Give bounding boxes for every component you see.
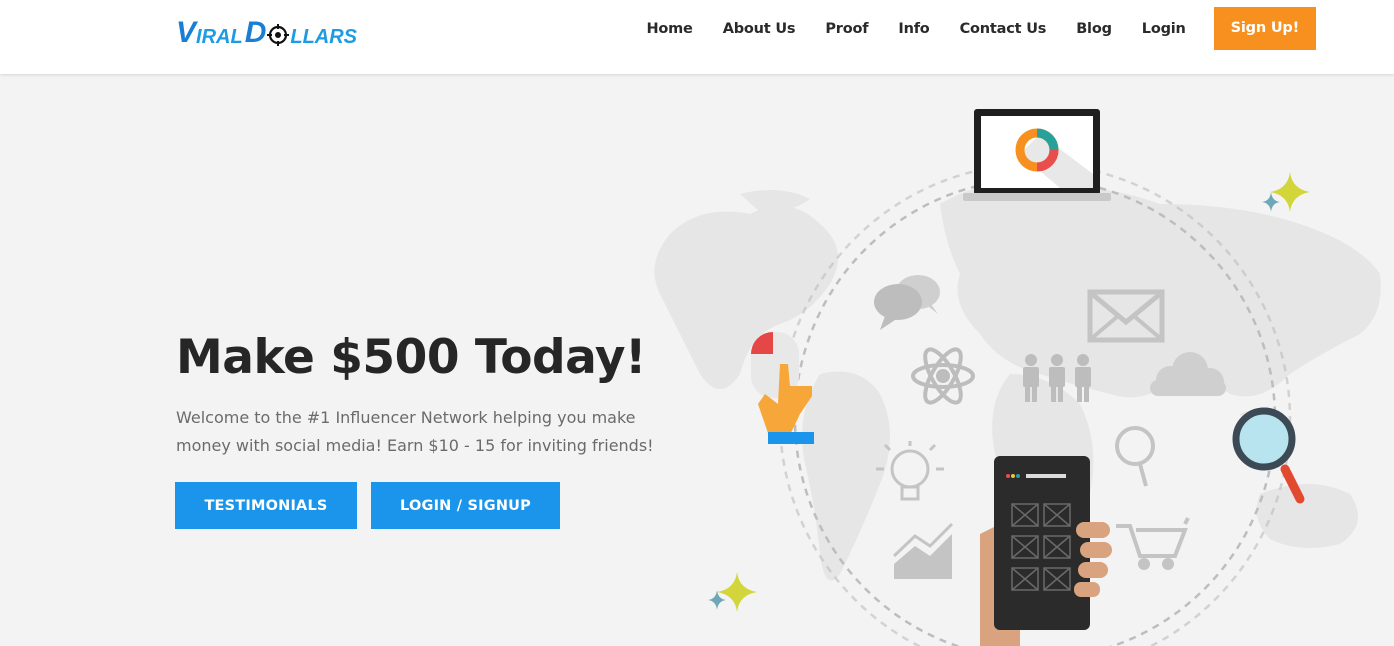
- signup-button[interactable]: Sign Up!: [1213, 7, 1316, 50]
- hero-subtitle: Welcome to the #1 Influencer Network hel…: [176, 408, 654, 455]
- mobile-phone-icon: [980, 456, 1112, 646]
- logo-text-iral: IRAL: [196, 26, 243, 48]
- login-signup-button[interactable]: LOGIN / SIGNUP: [371, 482, 560, 529]
- nav-home[interactable]: Home: [646, 21, 692, 37]
- hero-illustration: [654, 109, 1381, 646]
- viraldollars-logo[interactable]: V IRAL D LLARS: [176, 14, 358, 49]
- main-nav: Home About Us Proof Info Contact Us Blog…: [646, 7, 1316, 50]
- nav-about-us[interactable]: About Us: [723, 21, 796, 37]
- chat-bubbles-icon: [874, 275, 940, 330]
- nav-login[interactable]: Login: [1142, 21, 1186, 37]
- crosshair-icon: [267, 24, 290, 46]
- search-icon: [1115, 426, 1155, 487]
- growth-chart-icon: [892, 522, 954, 579]
- atom-icon: [911, 347, 975, 405]
- nav-blog[interactable]: Blog: [1076, 21, 1112, 37]
- nav-contact-us[interactable]: Contact Us: [960, 21, 1047, 37]
- shopping-cart-icon: [1116, 517, 1190, 570]
- site-header: V IRAL D LLARS Home About Us Proof Info Con…: [0, 0, 1394, 74]
- logo-letter-d: D: [244, 16, 267, 49]
- hero-title: Make $500 Today!: [176, 330, 647, 385]
- logo-letter-v: V: [176, 16, 197, 49]
- nav-proof[interactable]: Proof: [825, 21, 868, 37]
- logo-text-llars: LLARS: [290, 26, 358, 48]
- magnifier-icon: [1232, 407, 1305, 504]
- laptop-chart-icon: [963, 109, 1111, 201]
- testimonials-button[interactable]: TESTIMONIALS: [175, 482, 357, 529]
- nav-info[interactable]: Info: [898, 21, 929, 37]
